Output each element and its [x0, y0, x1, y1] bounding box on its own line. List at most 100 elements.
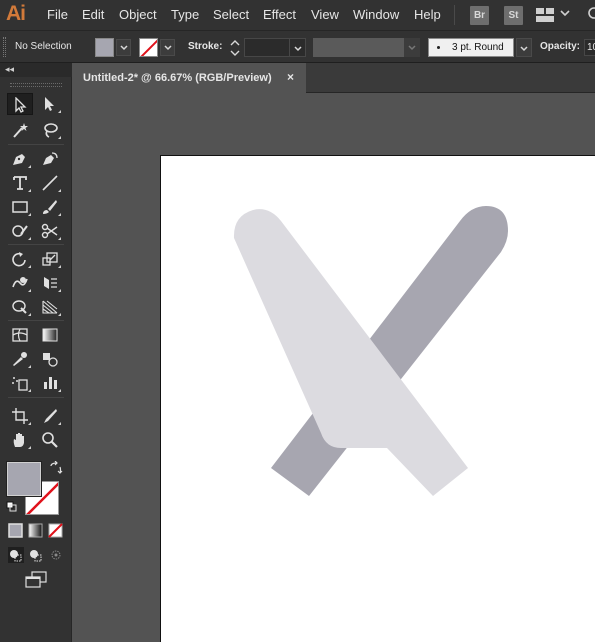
direct-selection-arrow-icon — [45, 97, 54, 111]
fill-dropdown-button[interactable] — [116, 39, 131, 56]
search-icon[interactable] — [586, 6, 595, 24]
stroke-color-swatch[interactable] — [139, 38, 158, 57]
shape-builder-tool[interactable] — [7, 296, 33, 318]
brush-name: 3 pt. Round — [452, 42, 504, 53]
chevron-down-icon[interactable] — [560, 9, 570, 17]
line-segment-tool[interactable] — [37, 172, 63, 194]
close-document-icon[interactable]: × — [287, 70, 294, 84]
paintbrush-tool[interactable] — [37, 196, 63, 218]
stock-button[interactable]: St — [504, 6, 523, 25]
document-tab-bar: Untitled-2* @ 66.67% (RGB/Preview) × — [73, 63, 595, 93]
tool-divider — [8, 244, 64, 245]
brush-dropdown[interactable] — [516, 38, 532, 57]
gradient-mode-icon[interactable] — [28, 523, 43, 538]
menu-effect[interactable]: Effect — [263, 7, 296, 22]
artboard-icon — [12, 408, 28, 424]
free-transform-tool[interactable] — [37, 272, 63, 294]
symbol-sprayer-icon — [12, 377, 28, 391]
opacity-input[interactable]: 100% — [584, 39, 595, 56]
rotate-tool[interactable] — [7, 248, 33, 270]
stroke-weight-input[interactable] — [244, 38, 290, 57]
menu-edit[interactable]: Edit — [82, 7, 104, 22]
stroke-dropdown-button[interactable] — [160, 39, 175, 56]
paintbrush-icon — [43, 200, 57, 214]
perspective-grid-tool[interactable] — [37, 296, 63, 318]
pen-nib-icon — [13, 154, 25, 165]
menu-file[interactable]: File — [47, 7, 68, 22]
type-tool[interactable] — [7, 172, 33, 194]
draw-inside-icon[interactable] — [48, 547, 64, 563]
scissors-icon — [41, 223, 58, 239]
artboard[interactable] — [160, 155, 595, 642]
panel-grip[interactable] — [3, 37, 6, 57]
lasso-tool[interactable] — [37, 119, 63, 141]
selection-arrow-icon — [15, 97, 27, 113]
control-bar: No Selection Stroke: 3 pt. Round Opacity… — [0, 31, 595, 63]
opacity-label[interactable]: Opacity: — [540, 41, 580, 52]
shaper-tool[interactable] — [7, 220, 33, 242]
none-slash-icon — [140, 39, 157, 56]
panel-grip[interactable] — [10, 83, 62, 87]
perspective-grid-icon — [42, 300, 58, 314]
zoom-tool[interactable] — [37, 429, 63, 451]
column-graph-tool[interactable] — [37, 372, 63, 394]
chevron-down-icon — [163, 45, 172, 51]
fill-color-swatch[interactable] — [95, 38, 114, 57]
default-fill-stroke-icon[interactable] — [6, 501, 18, 513]
lasso-icon — [44, 123, 58, 138]
bridge-button[interactable]: Br — [470, 6, 489, 25]
front-shape[interactable] — [233, 209, 468, 496]
blend-icon — [43, 353, 58, 367]
brush-dot-icon — [437, 46, 440, 49]
menu-object[interactable]: Object — [119, 7, 157, 22]
menu-type[interactable]: Type — [171, 7, 199, 22]
gradient-tool[interactable] — [37, 324, 63, 346]
illustrator-window: Ai File Edit Object Type Select Effect V… — [0, 0, 595, 642]
artboard-tool[interactable] — [7, 405, 33, 427]
rectangle-tool[interactable] — [7, 196, 33, 218]
collapse-panel-icon[interactable]: ◂◂ — [5, 64, 14, 75]
curvature-tool[interactable] — [37, 148, 63, 170]
app-logo: Ai — [6, 2, 26, 25]
menu-view[interactable]: View — [311, 7, 339, 22]
blend-tool[interactable] — [37, 348, 63, 370]
screen-mode-icon[interactable] — [24, 571, 48, 589]
swap-fill-stroke-icon[interactable] — [49, 461, 63, 475]
selection-tool[interactable] — [7, 93, 33, 115]
variable-width-dropdown[interactable] — [404, 38, 420, 57]
knife-icon — [44, 409, 57, 423]
stroke-weight-stepper[interactable] — [228, 38, 242, 58]
menu-window[interactable]: Window — [353, 7, 399, 22]
scale-icon — [42, 252, 58, 266]
eyedropper-tool[interactable] — [7, 348, 33, 370]
arrange-documents-icon[interactable] — [535, 7, 555, 23]
shape-builder-icon — [12, 300, 27, 314]
document-tab[interactable]: Untitled-2* @ 66.67% (RGB/Preview) × — [73, 63, 306, 93]
scissors-tool[interactable] — [37, 220, 63, 242]
brush-definition-field[interactable]: 3 pt. Round — [428, 38, 514, 57]
canvas-area[interactable] — [73, 94, 595, 642]
pen-tool[interactable] — [7, 148, 33, 170]
menu-select[interactable]: Select — [213, 7, 249, 22]
magic-wand-tool[interactable] — [7, 119, 33, 141]
hand-tool[interactable] — [7, 429, 33, 451]
chevron-down-icon — [520, 46, 528, 52]
scale-tool[interactable] — [37, 248, 63, 270]
draw-normal-icon[interactable] — [8, 547, 24, 563]
mesh-tool[interactable] — [7, 324, 33, 346]
none-mode-icon[interactable] — [48, 523, 63, 538]
draw-behind-icon[interactable] — [28, 547, 44, 563]
slice-tool[interactable] — [37, 405, 63, 427]
menu-help[interactable]: Help — [414, 7, 441, 22]
mesh-icon — [12, 328, 28, 342]
warp-tool[interactable] — [7, 272, 33, 294]
stroke-weight-dropdown[interactable] — [289, 38, 306, 57]
symbol-sprayer-tool[interactable] — [7, 372, 33, 394]
color-mode-icon[interactable] — [8, 523, 23, 538]
direct-selection-tool[interactable] — [37, 93, 63, 115]
variable-width-profile[interactable] — [313, 38, 408, 57]
selection-status: No Selection — [15, 41, 72, 52]
fill-color-box[interactable] — [7, 462, 41, 496]
chevron-down-icon — [119, 45, 128, 51]
menu-divider — [454, 5, 455, 25]
